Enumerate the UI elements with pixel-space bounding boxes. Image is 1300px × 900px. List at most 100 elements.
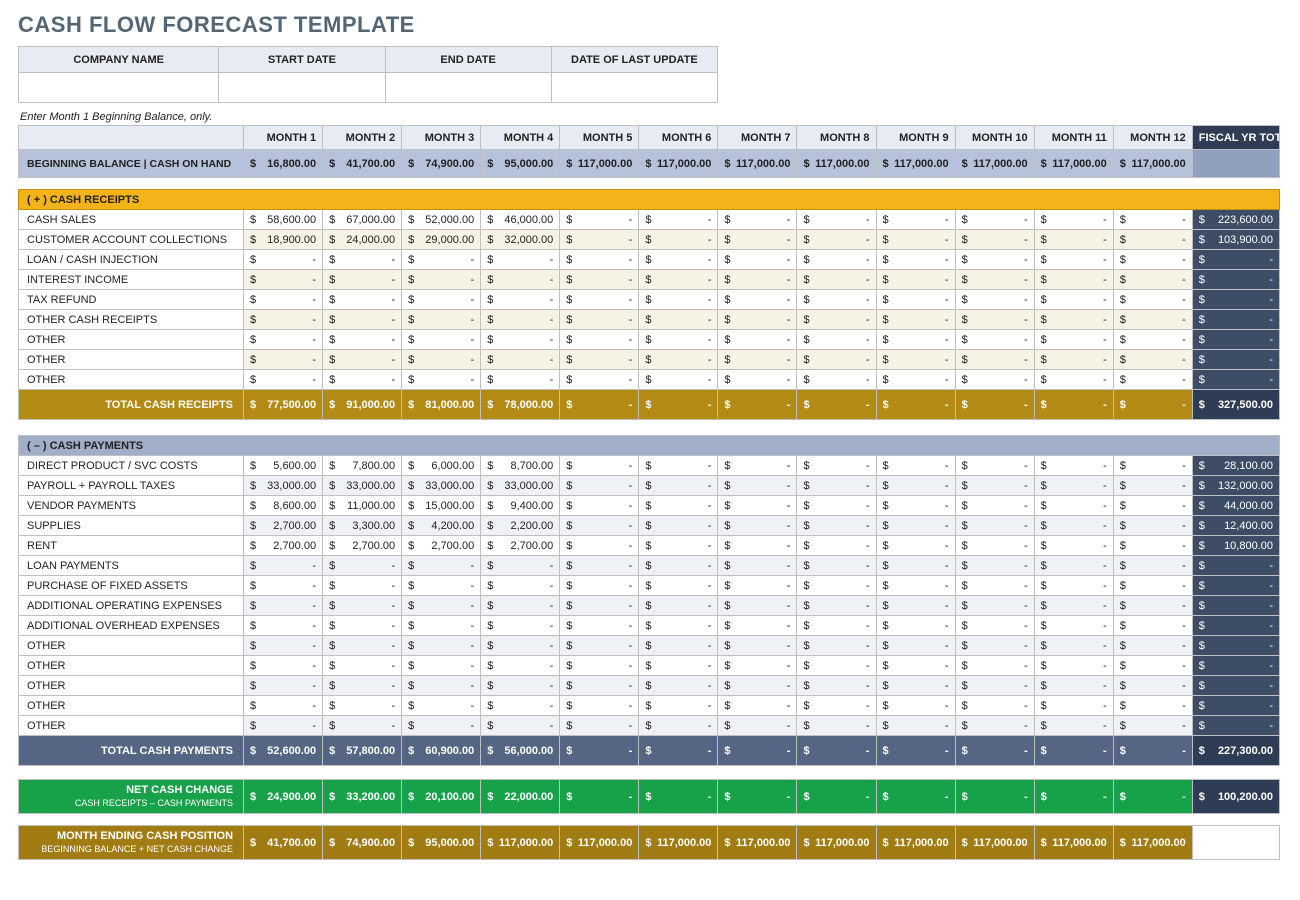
cell[interactable]: - <box>560 716 639 736</box>
cell[interactable]: - <box>323 576 402 596</box>
cell[interactable]: - <box>718 556 797 576</box>
cell[interactable]: - <box>639 476 718 496</box>
cell[interactable]: - <box>639 596 718 616</box>
cell[interactable]: - <box>1034 210 1113 230</box>
cell[interactable]: - <box>481 556 560 576</box>
cell[interactable]: - <box>1113 290 1192 310</box>
cell[interactable]: - <box>639 330 718 350</box>
cell[interactable]: - <box>797 616 876 636</box>
cell[interactable]: - <box>560 576 639 596</box>
cell[interactable]: - <box>244 616 323 636</box>
cell[interactable]: - <box>560 476 639 496</box>
cell[interactable]: - <box>1113 536 1192 556</box>
cell[interactable]: - <box>876 576 955 596</box>
cell[interactable]: 117,000.00 <box>876 150 955 178</box>
cell[interactable]: - <box>402 310 481 330</box>
cell[interactable]: - <box>955 270 1034 290</box>
cell[interactable]: - <box>481 596 560 616</box>
cell[interactable]: - <box>955 310 1034 330</box>
cell[interactable]: - <box>481 676 560 696</box>
cell[interactable]: - <box>1034 596 1113 616</box>
cell[interactable]: - <box>1113 456 1192 476</box>
cell[interactable]: - <box>876 456 955 476</box>
cell[interactable]: - <box>1113 250 1192 270</box>
cell[interactable]: - <box>797 576 876 596</box>
cell[interactable]: 117,000.00 <box>560 150 639 178</box>
cell[interactable]: - <box>955 596 1034 616</box>
cell[interactable]: - <box>639 516 718 536</box>
end-date-input[interactable] <box>385 73 551 103</box>
cell[interactable]: - <box>797 676 876 696</box>
cell[interactable]: - <box>876 290 955 310</box>
cell[interactable]: - <box>797 636 876 656</box>
cell[interactable]: - <box>560 350 639 370</box>
cell[interactable]: 9,400.00 <box>481 496 560 516</box>
cell[interactable]: 33,000.00 <box>244 476 323 496</box>
cell[interactable]: - <box>639 536 718 556</box>
cell[interactable]: - <box>244 310 323 330</box>
cell[interactable]: - <box>1113 370 1192 390</box>
cell[interactable]: - <box>244 676 323 696</box>
cell[interactable]: - <box>560 636 639 656</box>
cell[interactable]: - <box>560 370 639 390</box>
cell[interactable]: - <box>244 696 323 716</box>
cell[interactable]: - <box>1113 270 1192 290</box>
cell[interactable]: - <box>797 370 876 390</box>
cell[interactable]: - <box>560 290 639 310</box>
cell[interactable]: - <box>481 370 560 390</box>
cell[interactable]: - <box>876 556 955 576</box>
cell[interactable]: 74,900.00 <box>402 150 481 178</box>
cell[interactable]: - <box>402 596 481 616</box>
cell[interactable]: - <box>1034 476 1113 496</box>
cell[interactable]: - <box>402 290 481 310</box>
cell[interactable]: - <box>560 656 639 676</box>
cell[interactable]: - <box>876 350 955 370</box>
cell[interactable]: - <box>718 656 797 676</box>
cell[interactable]: - <box>481 310 560 330</box>
cell[interactable]: - <box>560 330 639 350</box>
cell[interactable]: 2,700.00 <box>323 536 402 556</box>
cell[interactable]: - <box>955 370 1034 390</box>
cell[interactable]: - <box>1034 330 1113 350</box>
cell[interactable]: - <box>323 696 402 716</box>
cell[interactable]: - <box>244 716 323 736</box>
cell[interactable]: - <box>1034 556 1113 576</box>
cell[interactable]: - <box>1113 556 1192 576</box>
cell[interactable]: - <box>244 350 323 370</box>
cell[interactable]: - <box>639 676 718 696</box>
cell[interactable]: 33,000.00 <box>323 476 402 496</box>
cell[interactable]: - <box>481 636 560 656</box>
cell[interactable]: - <box>402 576 481 596</box>
cell[interactable]: - <box>718 676 797 696</box>
cell[interactable]: - <box>797 330 876 350</box>
cell[interactable]: - <box>955 616 1034 636</box>
cell[interactable]: 8,600.00 <box>244 496 323 516</box>
cell[interactable]: - <box>323 290 402 310</box>
cell[interactable]: - <box>876 536 955 556</box>
cell[interactable]: - <box>639 576 718 596</box>
cell[interactable]: - <box>402 370 481 390</box>
cell[interactable]: - <box>955 636 1034 656</box>
cell[interactable]: - <box>402 656 481 676</box>
cell[interactable]: - <box>876 616 955 636</box>
cell[interactable]: - <box>244 250 323 270</box>
cell[interactable]: - <box>323 616 402 636</box>
cell[interactable]: - <box>639 230 718 250</box>
cell[interactable]: - <box>560 456 639 476</box>
cell[interactable]: - <box>560 616 639 636</box>
cell[interactable]: - <box>797 350 876 370</box>
cell[interactable]: - <box>876 250 955 270</box>
cell[interactable]: - <box>876 330 955 350</box>
cell[interactable]: - <box>560 250 639 270</box>
cell[interactable]: - <box>402 556 481 576</box>
cell[interactable]: - <box>323 350 402 370</box>
cell[interactable]: - <box>323 636 402 656</box>
cell[interactable]: 18,900.00 <box>244 230 323 250</box>
cell[interactable]: - <box>876 476 955 496</box>
cell[interactable]: 24,000.00 <box>323 230 402 250</box>
cell[interactable]: - <box>639 716 718 736</box>
cell[interactable]: - <box>323 270 402 290</box>
start-date-input[interactable] <box>219 73 385 103</box>
cell[interactable]: - <box>955 290 1034 310</box>
cell[interactable]: - <box>797 290 876 310</box>
